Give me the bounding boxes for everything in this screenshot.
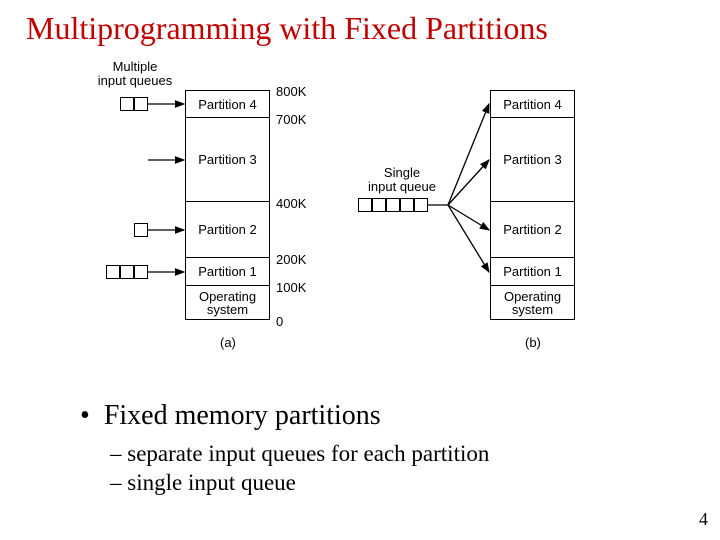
bullet-main: • Fixed memory partitions [80, 400, 489, 432]
bullet-sub: – single input queue [110, 469, 489, 498]
bullet-list: • Fixed memory partitions – separate inp… [80, 400, 489, 498]
page-number: 4 [699, 509, 708, 530]
caption-b: (b) [525, 335, 541, 350]
page-title: Multiprogramming with Fixed Partitions [0, 0, 720, 47]
diagram: Multiple input queues Partition 4 Partit… [0, 60, 720, 400]
arrows-b [0, 60, 720, 400]
bullet-sub: – separate input queues for each partiti… [110, 440, 489, 469]
